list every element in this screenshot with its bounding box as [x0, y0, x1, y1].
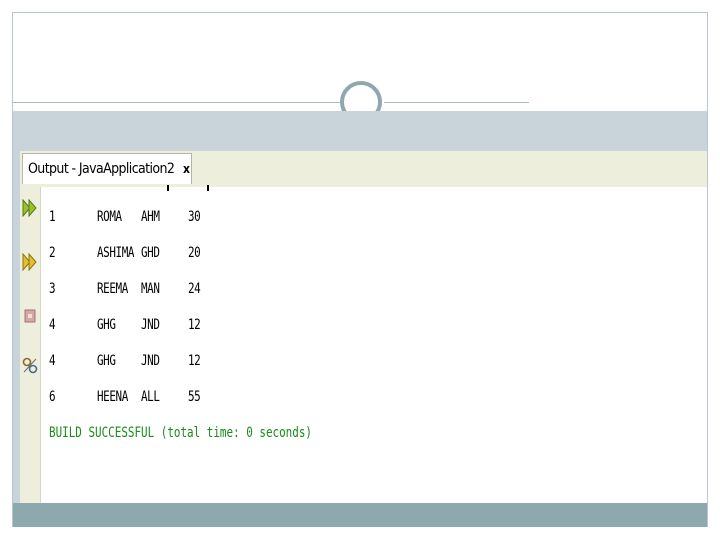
row-id: 4 — [49, 317, 56, 333]
slide-band-side — [13, 151, 20, 503]
row-age: 12 — [188, 353, 201, 369]
row-name: GHG — [97, 353, 116, 369]
row-city: JND — [141, 317, 160, 333]
console-output[interactable]: 1 ROMA AHM 30 2 ASHIMA GHD 20 3 REEMA MA… — [41, 185, 707, 503]
row-city: ALL — [141, 389, 160, 405]
scroll-stub — [207, 185, 209, 191]
build-status-message: BUILD SUCCESSFUL (total time: 0 seconds) — [49, 425, 312, 441]
output-toolbar — [20, 187, 41, 503]
row-name: GHG — [97, 317, 116, 333]
settings-icon[interactable] — [22, 357, 38, 375]
rerun-with-options-icon[interactable] — [22, 253, 38, 271]
title-divider-left — [13, 102, 341, 103]
row-id: 4 — [49, 353, 56, 369]
row-age: 55 — [188, 389, 201, 405]
row-id: 6 — [49, 389, 56, 405]
row-name: ROMA — [97, 209, 122, 225]
row-id: 2 — [49, 245, 56, 261]
row-name: ASHIMA — [97, 245, 135, 261]
row-id: 3 — [49, 281, 56, 297]
scroll-stub — [167, 185, 169, 191]
row-age: 20 — [188, 245, 201, 261]
row-age: 12 — [188, 317, 201, 333]
row-city: MAN — [141, 281, 160, 297]
row-city: GHD — [141, 245, 160, 261]
slide-band-top — [13, 111, 707, 151]
row-age: 30 — [188, 209, 201, 225]
row-id: 1 — [49, 209, 56, 225]
row-age: 24 — [188, 281, 201, 297]
stop-icon[interactable] — [22, 307, 38, 325]
output-tabbar: Output - JavaApplication2 (run) x — [20, 151, 707, 208]
output-window: Output - JavaApplication2 (run) x — [20, 151, 707, 503]
output-tab[interactable]: Output - JavaApplication2 (run) x — [22, 153, 192, 208]
row-name: HEENA — [97, 389, 128, 405]
rerun-icon[interactable] — [22, 199, 38, 217]
title-divider-right — [384, 102, 529, 103]
slide: Output - JavaApplication2 (run) x — [12, 12, 708, 527]
tab-close-button[interactable]: x — [183, 154, 190, 185]
row-name: REEMA — [97, 281, 128, 297]
row-city: JND — [141, 353, 160, 369]
slide-footer-band — [13, 503, 707, 527]
row-city: AHM — [141, 209, 160, 225]
